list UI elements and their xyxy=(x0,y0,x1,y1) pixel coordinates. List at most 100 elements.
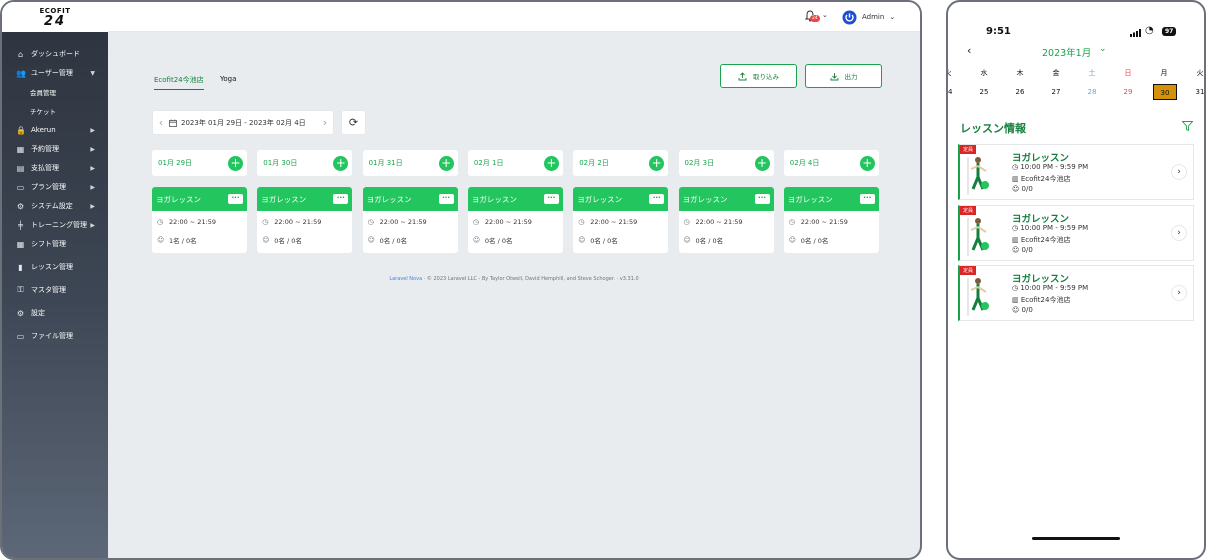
logo[interactable]: ECOFIT 24 xyxy=(2,2,108,32)
add-lesson-button[interactable]: + xyxy=(228,155,243,171)
user-menu[interactable]: Admin ⌄ xyxy=(842,9,895,25)
top-bar: ECOFIT 24 24 ⌄ Admin ⌄ xyxy=(2,2,920,32)
add-lesson-button[interactable]: + xyxy=(754,155,770,171)
sidebar-item-users[interactable]: 👥 ユーザー管理 ▼ xyxy=(2,64,108,82)
more-menu-button[interactable]: ··· xyxy=(333,194,349,204)
download-icon xyxy=(830,72,838,80)
sidebar-item-settings[interactable]: ⚙ 設定 xyxy=(2,304,108,322)
lesson-capacity: 1名 / 0名 xyxy=(169,236,197,245)
add-lesson-button[interactable]: + xyxy=(333,155,349,171)
sidebar-item-system[interactable]: ⚙ システム設定 ▶ xyxy=(2,197,108,215)
sidebar-item-reservations[interactable]: ▦ 予約管理 ▶ xyxy=(2,140,108,158)
building-icon: ▥ xyxy=(1012,296,1021,304)
weekday-label: 金 xyxy=(1052,69,1060,77)
add-lesson-button[interactable]: + xyxy=(543,155,559,171)
date-range-picker[interactable]: ‹ 2023年 01月 29日 - 2023年 02月 4日 › xyxy=(152,110,334,135)
yoga-figure-icon xyxy=(967,278,989,316)
sidebar-sub-members[interactable]: 会員管理 xyxy=(30,87,56,97)
lesson-card[interactable]: 定員 ヨガレッスン ◷ 10:00 PM - 9:59 PM ▥ Ecofit24今池… xyxy=(958,144,1194,200)
lesson-card[interactable]: ヨガレッスン ··· ◷ 22:00 ~ 21:59 ☺ 1名 / 0名 xyxy=(152,187,247,253)
lesson-capacity-row: ☺ 0名 / 0名 xyxy=(257,232,352,247)
gear-icon: ⚙ xyxy=(16,308,25,318)
lesson-time: 22:00 ~ 21:59 xyxy=(379,217,427,226)
lesson-card[interactable]: 定員 ヨガレッスン ◷ 10:00 PM - 9:59 PM ▥ Ecofit24今池… xyxy=(958,265,1194,321)
sidebar-item-label: 支払管理 xyxy=(31,164,59,172)
sidebar-item-plans[interactable]: ▭ プラン管理 ▶ xyxy=(2,178,108,196)
date-cell-selected[interactable]: 30 xyxy=(1153,84,1177,100)
date-cell[interactable]: 27 xyxy=(1044,84,1068,100)
add-lesson-button[interactable]: + xyxy=(859,155,875,171)
more-menu-button[interactable]: ··· xyxy=(859,194,875,204)
chevron-right-icon[interactable]: › xyxy=(1171,224,1187,241)
chevron-right-icon: ▶ xyxy=(90,164,95,172)
master-icon: ⚿ xyxy=(17,285,24,294)
lesson-title: ヨガレッスン xyxy=(261,194,307,204)
more-menu-button[interactable]: ··· xyxy=(649,194,665,204)
date-cell[interactable]: 25 xyxy=(972,84,996,100)
more-menu-button[interactable]: ··· xyxy=(228,194,243,204)
lesson-card[interactable]: ヨガレッスン ··· ◷ 22:00 ~ 21:59 ☺ 0名 / 0名 xyxy=(362,187,458,253)
chevron-right-icon: ▶ xyxy=(90,221,95,229)
lesson-capacity-row: ☺ 0名 / 0名 xyxy=(573,232,668,247)
day-column: 02月 2日 + ヨガレッスン ··· ◷ 22:00 ~ 21:59 ☺ 0名 / 0名 xyxy=(573,150,669,253)
lesson-card[interactable]: 定員 ヨガレッスン ◷ 10:00 PM - 9:59 PM ▥ Ecofit24今池… xyxy=(958,204,1194,261)
lesson-title: ヨガレッスン xyxy=(577,194,623,204)
chevron-right-icon[interactable]: › xyxy=(1171,285,1187,301)
lesson-time: 22:00 ~ 21:59 xyxy=(274,217,322,226)
signal-icon xyxy=(1130,29,1141,37)
back-icon[interactable]: ‹ xyxy=(967,44,971,57)
lesson-time-row: ◷ 22:00 ~ 21:59 xyxy=(573,214,668,229)
lesson-card[interactable]: ヨガレッスン ··· ◷ 22:00 ~ 21:59 ☺ 0名 / 0名 xyxy=(678,187,774,253)
capacity-badge: 定員 xyxy=(960,205,977,215)
lesson-card[interactable]: ヨガレッスン ··· ◷ 22:00 ~ 21:59 ☺ 0名 / 0名 xyxy=(783,187,879,253)
export-button[interactable]: 出力 xyxy=(805,64,882,88)
date-cell[interactable]: 31 xyxy=(1188,84,1204,100)
tab-yoga[interactable]: Yoga xyxy=(220,75,236,83)
sidebar-item-payments[interactable]: ▤ 支払管理 ▶ xyxy=(2,159,108,177)
sidebar-item-files[interactable]: ▭ ファイル管理 xyxy=(2,327,108,345)
day-column: 02月 4日 + ヨガレッスン ··· ◷ 22:00 ~ 21:59 ☺ 0名 / 0名 xyxy=(783,150,879,253)
calendar-icon xyxy=(169,119,177,127)
sidebar-item-akerun[interactable]: 🔒 Akerun ▶ xyxy=(2,121,108,139)
notification-button[interactable]: 24 ⌄ xyxy=(804,10,828,24)
chevron-right-icon[interactable]: › xyxy=(1171,164,1187,180)
lesson-card[interactable]: ヨガレッスン ··· ◷ 22:00 ~ 21:59 ☺ 0名 / 0名 xyxy=(257,187,353,253)
nova-link[interactable]: Laravel Nova xyxy=(389,276,422,282)
more-menu-button[interactable]: ··· xyxy=(438,194,454,204)
date-cell[interactable]: 24 xyxy=(948,84,960,100)
capacity-badge: 定員 xyxy=(960,266,977,275)
sidebar-sub-tickets[interactable]: チケット xyxy=(30,106,56,116)
lesson-header: ヨガレッスン ··· xyxy=(678,187,774,211)
sidebar-item-master[interactable]: ⚿ マスタ管理 xyxy=(2,281,108,299)
add-lesson-button[interactable]: + xyxy=(438,155,454,171)
add-lesson-button[interactable]: + xyxy=(649,155,665,171)
date-cell[interactable]: 29 xyxy=(1116,84,1140,100)
shift-icon: ▦ xyxy=(16,239,25,249)
lesson-place: Ecofit24今池店 xyxy=(1020,296,1071,304)
month-title[interactable]: 2023年1月 xyxy=(1042,45,1091,59)
lesson-time-row: ◷ 22:00 ~ 21:59 xyxy=(152,214,247,229)
filter-icon[interactable] xyxy=(1182,121,1193,131)
date-cell[interactable]: 28 xyxy=(1080,84,1104,100)
lesson-card[interactable]: ヨガレッスン ··· ◷ 22:00 ~ 21:59 ☺ 0名 / 0名 xyxy=(573,187,669,253)
import-button[interactable]: 取り込み xyxy=(720,64,797,88)
sidebar-item-training[interactable]: ╪ トレーニング管理 ▶ xyxy=(2,216,108,234)
more-menu-button[interactable]: ··· xyxy=(754,194,770,204)
day-column: 02月 1日 + ヨガレッスン ··· ◷ 22:00 ~ 21:59 ☺ 0名 / 0名 xyxy=(467,150,563,253)
date-cell[interactable]: 26 xyxy=(1008,84,1032,100)
refresh-button[interactable]: ⟳ xyxy=(341,110,366,135)
sidebar-item-shifts[interactable]: ▦ シフト管理 xyxy=(2,235,108,253)
more-menu-button[interactable]: ··· xyxy=(543,194,559,204)
date-range-text: 2023年 01月 29日 - 2023年 02月 4日 xyxy=(181,118,306,127)
sidebar-item-lessons[interactable]: ▮ レッスン管理 xyxy=(2,258,108,276)
lesson-card[interactable]: ヨガレッスン ··· ◷ 22:00 ~ 21:59 ☺ 0名 / 0名 xyxy=(467,187,563,253)
sidebar-item-dashboard[interactable]: ⌂ ダッシュボード xyxy=(2,45,108,63)
lesson-count-row: ☺ 0/0 xyxy=(1012,306,1033,314)
prev-week-button[interactable]: ‹ xyxy=(153,116,169,129)
lesson-time: 10:00 PM - 9:59 PM xyxy=(1020,163,1089,171)
lesson-header: ヨガレッスン ··· xyxy=(152,187,247,211)
next-week-button[interactable]: › xyxy=(317,116,333,129)
tab-ecofit24-imaike[interactable]: Ecofit24今池店 xyxy=(154,75,204,90)
lesson-capacity: 0名 / 0名 xyxy=(695,236,724,245)
sidebar-item-label: レッスン管理 xyxy=(31,263,73,271)
